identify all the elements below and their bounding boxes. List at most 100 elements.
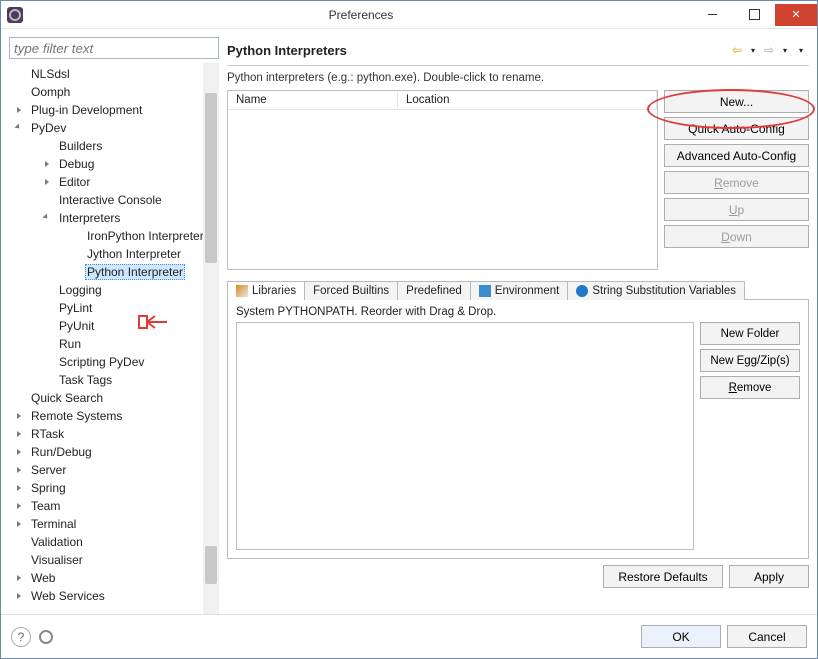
back-icon[interactable]: ⇦	[729, 42, 745, 58]
tree-item[interactable]: PyUnit	[43, 317, 217, 335]
tree-label[interactable]: Interactive Console	[57, 193, 164, 207]
advanced-auto-config-button[interactable]: Advanced Auto-Config	[664, 144, 809, 167]
tab-predefined[interactable]: Predefined	[397, 281, 471, 300]
remove-button[interactable]: Remove	[664, 171, 809, 194]
tree-item[interactable]: IronPython Interpreter	[71, 227, 217, 245]
tree-label[interactable]: Editor	[57, 175, 92, 189]
scroll-thumb[interactable]	[205, 93, 217, 263]
minimize-button[interactable]	[691, 4, 733, 26]
scroll-thumb-2[interactable]	[205, 546, 217, 584]
tree-label[interactable]: PyLint	[57, 301, 94, 315]
tree-item[interactable]: Oomph	[15, 83, 217, 101]
tree-label[interactable]: Logging	[57, 283, 104, 297]
tree-item[interactable]: Interactive Console	[43, 191, 217, 209]
tree-label[interactable]: Task Tags	[57, 373, 114, 387]
tree-item[interactable]: Run/Debug	[15, 443, 217, 461]
tree-item[interactable]: Server	[15, 461, 217, 479]
tab-string-substitution-variables[interactable]: String Substitution Variables	[567, 281, 745, 300]
tree-label[interactable]: Server	[29, 463, 68, 477]
tree-item[interactable]: Run	[43, 335, 217, 353]
new-folder-button[interactable]: New Folder	[700, 322, 800, 345]
tree-label[interactable]: RTask	[29, 427, 66, 441]
tree-label[interactable]: Builders	[57, 139, 104, 153]
tree-label[interactable]: Visualiser	[29, 553, 85, 567]
help-icon[interactable]: ?	[11, 627, 31, 647]
tree-label[interactable]: Jython Interpreter	[85, 247, 183, 261]
tree-label[interactable]: Quick Search	[29, 391, 105, 405]
tree-item[interactable]: Logging	[43, 281, 217, 299]
up-button[interactable]: Up	[664, 198, 809, 221]
tab-environment[interactable]: Environment	[470, 281, 569, 300]
tab-forced-builtins[interactable]: Forced Builtins	[304, 281, 398, 300]
pythonpath-list[interactable]	[236, 322, 694, 550]
tree-item[interactable]: Jython Interpreter	[71, 245, 217, 263]
tree-label[interactable]: Remote Systems	[29, 409, 124, 423]
cancel-button[interactable]: Cancel	[727, 625, 807, 648]
tree-item[interactable]: Quick Search	[15, 389, 217, 407]
titlebar: Preferences	[1, 1, 817, 29]
tree-label[interactable]: Spring	[29, 481, 68, 495]
tree-item[interactable]: Visualiser	[15, 551, 217, 569]
tree-label[interactable]: Plug-in Development	[29, 103, 144, 117]
env-icon	[479, 285, 491, 297]
col-location[interactable]: Location	[398, 91, 657, 109]
tree-item[interactable]: Builders	[43, 137, 217, 155]
filter-input[interactable]	[9, 37, 219, 59]
tree-label[interactable]: Debug	[57, 157, 96, 171]
tree-item[interactable]: Validation	[15, 533, 217, 551]
col-name[interactable]: Name	[228, 91, 398, 109]
back-dropdown-icon[interactable]: ▾	[745, 42, 761, 58]
tree-label[interactable]: Terminal	[29, 517, 78, 531]
down-button[interactable]: Down	[664, 225, 809, 248]
tree-label[interactable]: Interpreters	[57, 211, 122, 225]
tree-label[interactable]: NLSdsl	[29, 67, 72, 81]
ok-button[interactable]: OK	[641, 625, 721, 648]
tree-item[interactable]: Web	[15, 569, 217, 587]
tree-label[interactable]: Web	[29, 571, 57, 585]
tree-item[interactable]: Spring	[15, 479, 217, 497]
tree-item[interactable]: Scripting PyDev	[43, 353, 217, 371]
new-egg-zip-s--button[interactable]: New Egg/Zip(s)	[700, 349, 800, 372]
tree-label[interactable]: Python Interpreter	[85, 264, 185, 280]
tree-item[interactable]: PyLint	[43, 299, 217, 317]
tree-item[interactable]: Debug	[43, 155, 217, 173]
tree-item[interactable]: Plug-in Development	[15, 101, 217, 119]
tree-label[interactable]: Web Services	[29, 589, 107, 603]
tree-label[interactable]: IronPython Interpreter	[85, 229, 206, 243]
record-icon[interactable]	[39, 630, 53, 644]
tree-label[interactable]: PyDev	[29, 121, 68, 135]
quick-auto-config-button[interactable]: Quick Auto-Config	[664, 117, 809, 140]
tree-item[interactable]: Editor	[43, 173, 217, 191]
tree-item[interactable]: Task Tags	[43, 371, 217, 389]
new--button[interactable]: New...	[664, 90, 809, 113]
pythonpath-panel: System PYTHONPATH. Reorder with Drag & D…	[227, 299, 809, 559]
tree-item[interactable]: Python Interpreter	[71, 263, 217, 281]
interpreters-table[interactable]: Name Location	[227, 90, 658, 270]
tree-item[interactable]: RTask	[15, 425, 217, 443]
apply-button[interactable]: Apply	[729, 565, 809, 588]
tree-item[interactable]: Remote Systems	[15, 407, 217, 425]
restore-defaults-button[interactable]: Restore Defaults	[603, 565, 723, 588]
maximize-button[interactable]	[733, 4, 775, 26]
close-button[interactable]	[775, 4, 817, 26]
remove-button[interactable]: Remove	[700, 376, 800, 399]
tree-scrollbar[interactable]	[203, 63, 219, 614]
tree-label[interactable]: Oomph	[29, 85, 72, 99]
tree-label[interactable]: PyUnit	[57, 319, 96, 333]
tree-item[interactable]: NLSdsl	[15, 65, 217, 83]
tree-item[interactable]: Web Services	[15, 587, 217, 605]
tree-item[interactable]: Interpreters IronPython Interpreter Jython…	[43, 209, 217, 281]
tree-label[interactable]: Validation	[29, 535, 85, 549]
tree-item[interactable]: Team	[15, 497, 217, 515]
menu-dropdown-icon[interactable]: ▾	[793, 42, 809, 58]
forward-dropdown-icon[interactable]: ▾	[777, 42, 793, 58]
preferences-tree[interactable]: NLSdsl Oomph Plug-in Development PyDev Build…	[9, 63, 217, 607]
tree-label[interactable]: Run/Debug	[29, 445, 94, 459]
tree-label[interactable]: Run	[57, 337, 83, 351]
tree-label[interactable]: Team	[29, 499, 62, 513]
tree-item[interactable]: Terminal	[15, 515, 217, 533]
tab-libraries[interactable]: Libraries	[227, 281, 305, 300]
tree-label[interactable]: Scripting PyDev	[57, 355, 146, 369]
tree-item[interactable]: PyDev Builders Debug Editor Interactive Cons…	[15, 119, 217, 389]
forward-icon[interactable]: ⇨	[761, 42, 777, 58]
